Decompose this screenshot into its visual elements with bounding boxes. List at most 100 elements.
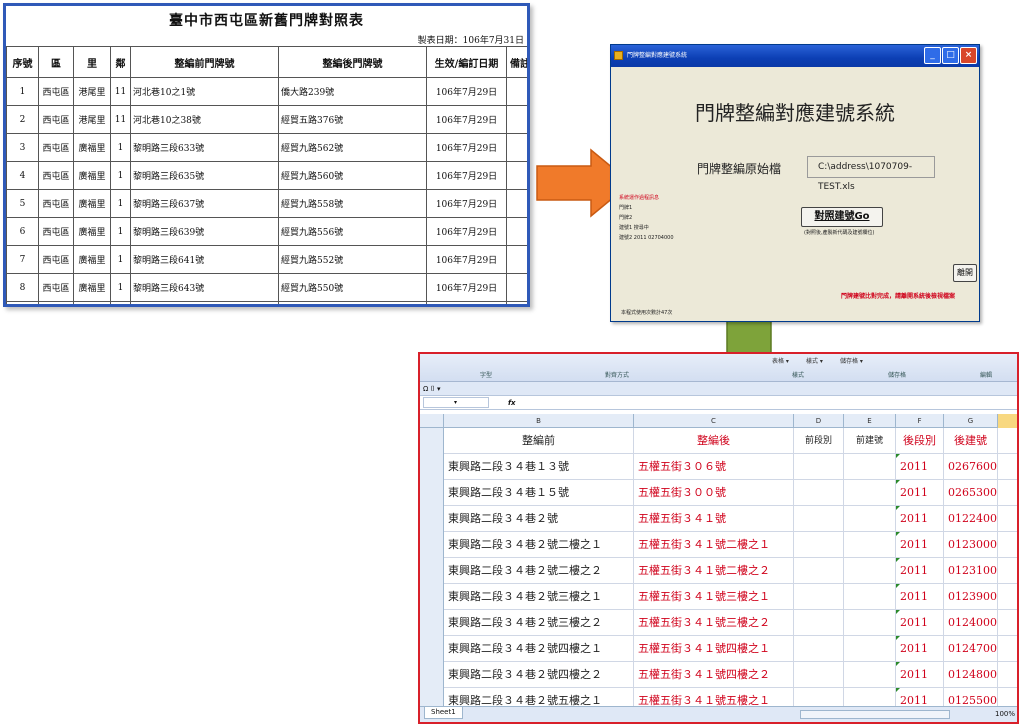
- column-header-e[interactable]: E: [844, 414, 896, 428]
- horizontal-scrollbar[interactable]: [800, 710, 950, 719]
- minimize-icon[interactable]: _: [924, 47, 941, 64]
- cell[interactable]: 東興路二段３４巷２號二樓之２: [444, 558, 634, 584]
- cell[interactable]: 五權五街３０６號: [634, 454, 794, 480]
- cell[interactable]: 東興路二段３４巷２號四樓之２: [444, 662, 634, 688]
- cell[interactable]: 五權五街３４１號二樓之２: [634, 558, 794, 584]
- cell[interactable]: [794, 480, 844, 506]
- cell[interactable]: 02653000: [944, 480, 998, 506]
- row-header[interactable]: [420, 610, 444, 636]
- cell[interactable]: 2011: [896, 480, 944, 506]
- cell[interactable]: 東興路二段３４巷２號三樓之１: [444, 584, 634, 610]
- cell[interactable]: [998, 506, 1017, 532]
- cell[interactable]: 整編後: [634, 428, 794, 454]
- cell[interactable]: [998, 454, 1017, 480]
- cell[interactable]: [844, 454, 896, 480]
- exit-button[interactable]: 離開: [953, 264, 977, 282]
- cell[interactable]: [998, 662, 1017, 688]
- name-box[interactable]: ▾: [423, 397, 489, 408]
- cell[interactable]: 五權五街３００號: [634, 480, 794, 506]
- ribbon-tool[interactable]: 儲存格 ▾: [840, 356, 863, 365]
- column-header-f[interactable]: F: [896, 414, 944, 428]
- row-header[interactable]: [420, 584, 444, 610]
- cell[interactable]: 整編前: [444, 428, 634, 454]
- row-header[interactable]: [420, 506, 444, 532]
- column-header-b[interactable]: B: [444, 414, 634, 428]
- cell[interactable]: 2011: [896, 610, 944, 636]
- cell[interactable]: 01247000: [944, 636, 998, 662]
- column-header-d[interactable]: D: [794, 414, 844, 428]
- go-button[interactable]: 對照建號Go: [801, 207, 883, 227]
- source-file-field[interactable]: C:\address\1070709-TEST.xls: [807, 156, 935, 192]
- row-header[interactable]: [420, 662, 444, 688]
- cell[interactable]: [998, 428, 1017, 454]
- cell[interactable]: 東興路二段３４巷１３號: [444, 454, 634, 480]
- fx-icon[interactable]: fx: [508, 396, 516, 410]
- cell[interactable]: [844, 532, 896, 558]
- cell[interactable]: 五權五街３４１號二樓之１: [634, 532, 794, 558]
- cell[interactable]: [794, 636, 844, 662]
- cell[interactable]: [844, 610, 896, 636]
- cell[interactable]: [794, 662, 844, 688]
- cell[interactable]: [844, 584, 896, 610]
- cell[interactable]: 後段別: [896, 428, 944, 454]
- cell[interactable]: [844, 480, 896, 506]
- ribbon-tool[interactable]: 表格 ▾: [772, 356, 789, 365]
- cell[interactable]: 2011: [896, 662, 944, 688]
- cell[interactable]: 01231000: [944, 558, 998, 584]
- cell[interactable]: 01230000: [944, 532, 998, 558]
- cell[interactable]: 東興路二段３４巷２號: [444, 506, 634, 532]
- cell[interactable]: 五權五街３４１號三樓之２: [634, 610, 794, 636]
- cell[interactable]: [998, 584, 1017, 610]
- column-header-h[interactable]: [998, 414, 1017, 428]
- cell[interactable]: 2011: [896, 636, 944, 662]
- row-header[interactable]: [420, 558, 444, 584]
- cell[interactable]: 五權五街３４１號四樓之２: [634, 662, 794, 688]
- row-header[interactable]: [420, 636, 444, 662]
- cell[interactable]: [794, 532, 844, 558]
- cell[interactable]: 東興路二段３４巷２號四樓之１: [444, 636, 634, 662]
- cell[interactable]: [794, 454, 844, 480]
- cell[interactable]: 01239000: [944, 584, 998, 610]
- cell[interactable]: 五權五街３４１號: [634, 506, 794, 532]
- close-icon[interactable]: ×: [960, 47, 977, 64]
- cell[interactable]: [998, 636, 1017, 662]
- cell[interactable]: [998, 610, 1017, 636]
- cell[interactable]: 2011: [896, 454, 944, 480]
- cell[interactable]: 前建號: [844, 428, 896, 454]
- cell[interactable]: [794, 610, 844, 636]
- cell[interactable]: 後建號: [944, 428, 998, 454]
- row-header[interactable]: [420, 532, 444, 558]
- column-header-c[interactable]: C: [634, 414, 794, 428]
- cell[interactable]: 前段別: [794, 428, 844, 454]
- row-header[interactable]: [420, 454, 444, 480]
- cell[interactable]: [844, 662, 896, 688]
- cell[interactable]: [998, 558, 1017, 584]
- cell[interactable]: [998, 480, 1017, 506]
- cell[interactable]: 五權五街３４１號三樓之１: [634, 584, 794, 610]
- cell[interactable]: 01240000: [944, 610, 998, 636]
- cell[interactable]: 2011: [896, 532, 944, 558]
- cell[interactable]: 2011: [896, 506, 944, 532]
- cell[interactable]: 東興路二段３４巷１５號: [444, 480, 634, 506]
- row-header[interactable]: [420, 480, 444, 506]
- cell[interactable]: 01224000: [944, 506, 998, 532]
- quick-access-toolbar[interactable]: Ω ⌷ ▾: [420, 382, 1017, 396]
- cell[interactable]: 五權五街３４１號四樓之１: [634, 636, 794, 662]
- row-header[interactable]: [420, 428, 444, 454]
- cell[interactable]: [844, 636, 896, 662]
- cell[interactable]: 2011: [896, 558, 944, 584]
- cell[interactable]: [844, 506, 896, 532]
- sheet-tab[interactable]: Sheet1: [424, 707, 463, 719]
- cell[interactable]: [794, 558, 844, 584]
- cell[interactable]: 東興路二段３４巷２號二樓之１: [444, 532, 634, 558]
- ribbon-tool[interactable]: 樣式 ▾: [806, 356, 823, 365]
- cell[interactable]: [844, 558, 896, 584]
- cell[interactable]: 02676000: [944, 454, 998, 480]
- cell[interactable]: [998, 532, 1017, 558]
- cell[interactable]: 2011: [896, 584, 944, 610]
- select-all-corner[interactable]: [420, 414, 444, 428]
- zoom-level[interactable]: 100%: [995, 707, 1015, 722]
- window-title-bar[interactable]: 門牌整編對應建號系統 _ □ ×: [611, 45, 979, 67]
- column-header-g[interactable]: G: [944, 414, 998, 428]
- cell[interactable]: 東興路二段３４巷２號三樓之２: [444, 610, 634, 636]
